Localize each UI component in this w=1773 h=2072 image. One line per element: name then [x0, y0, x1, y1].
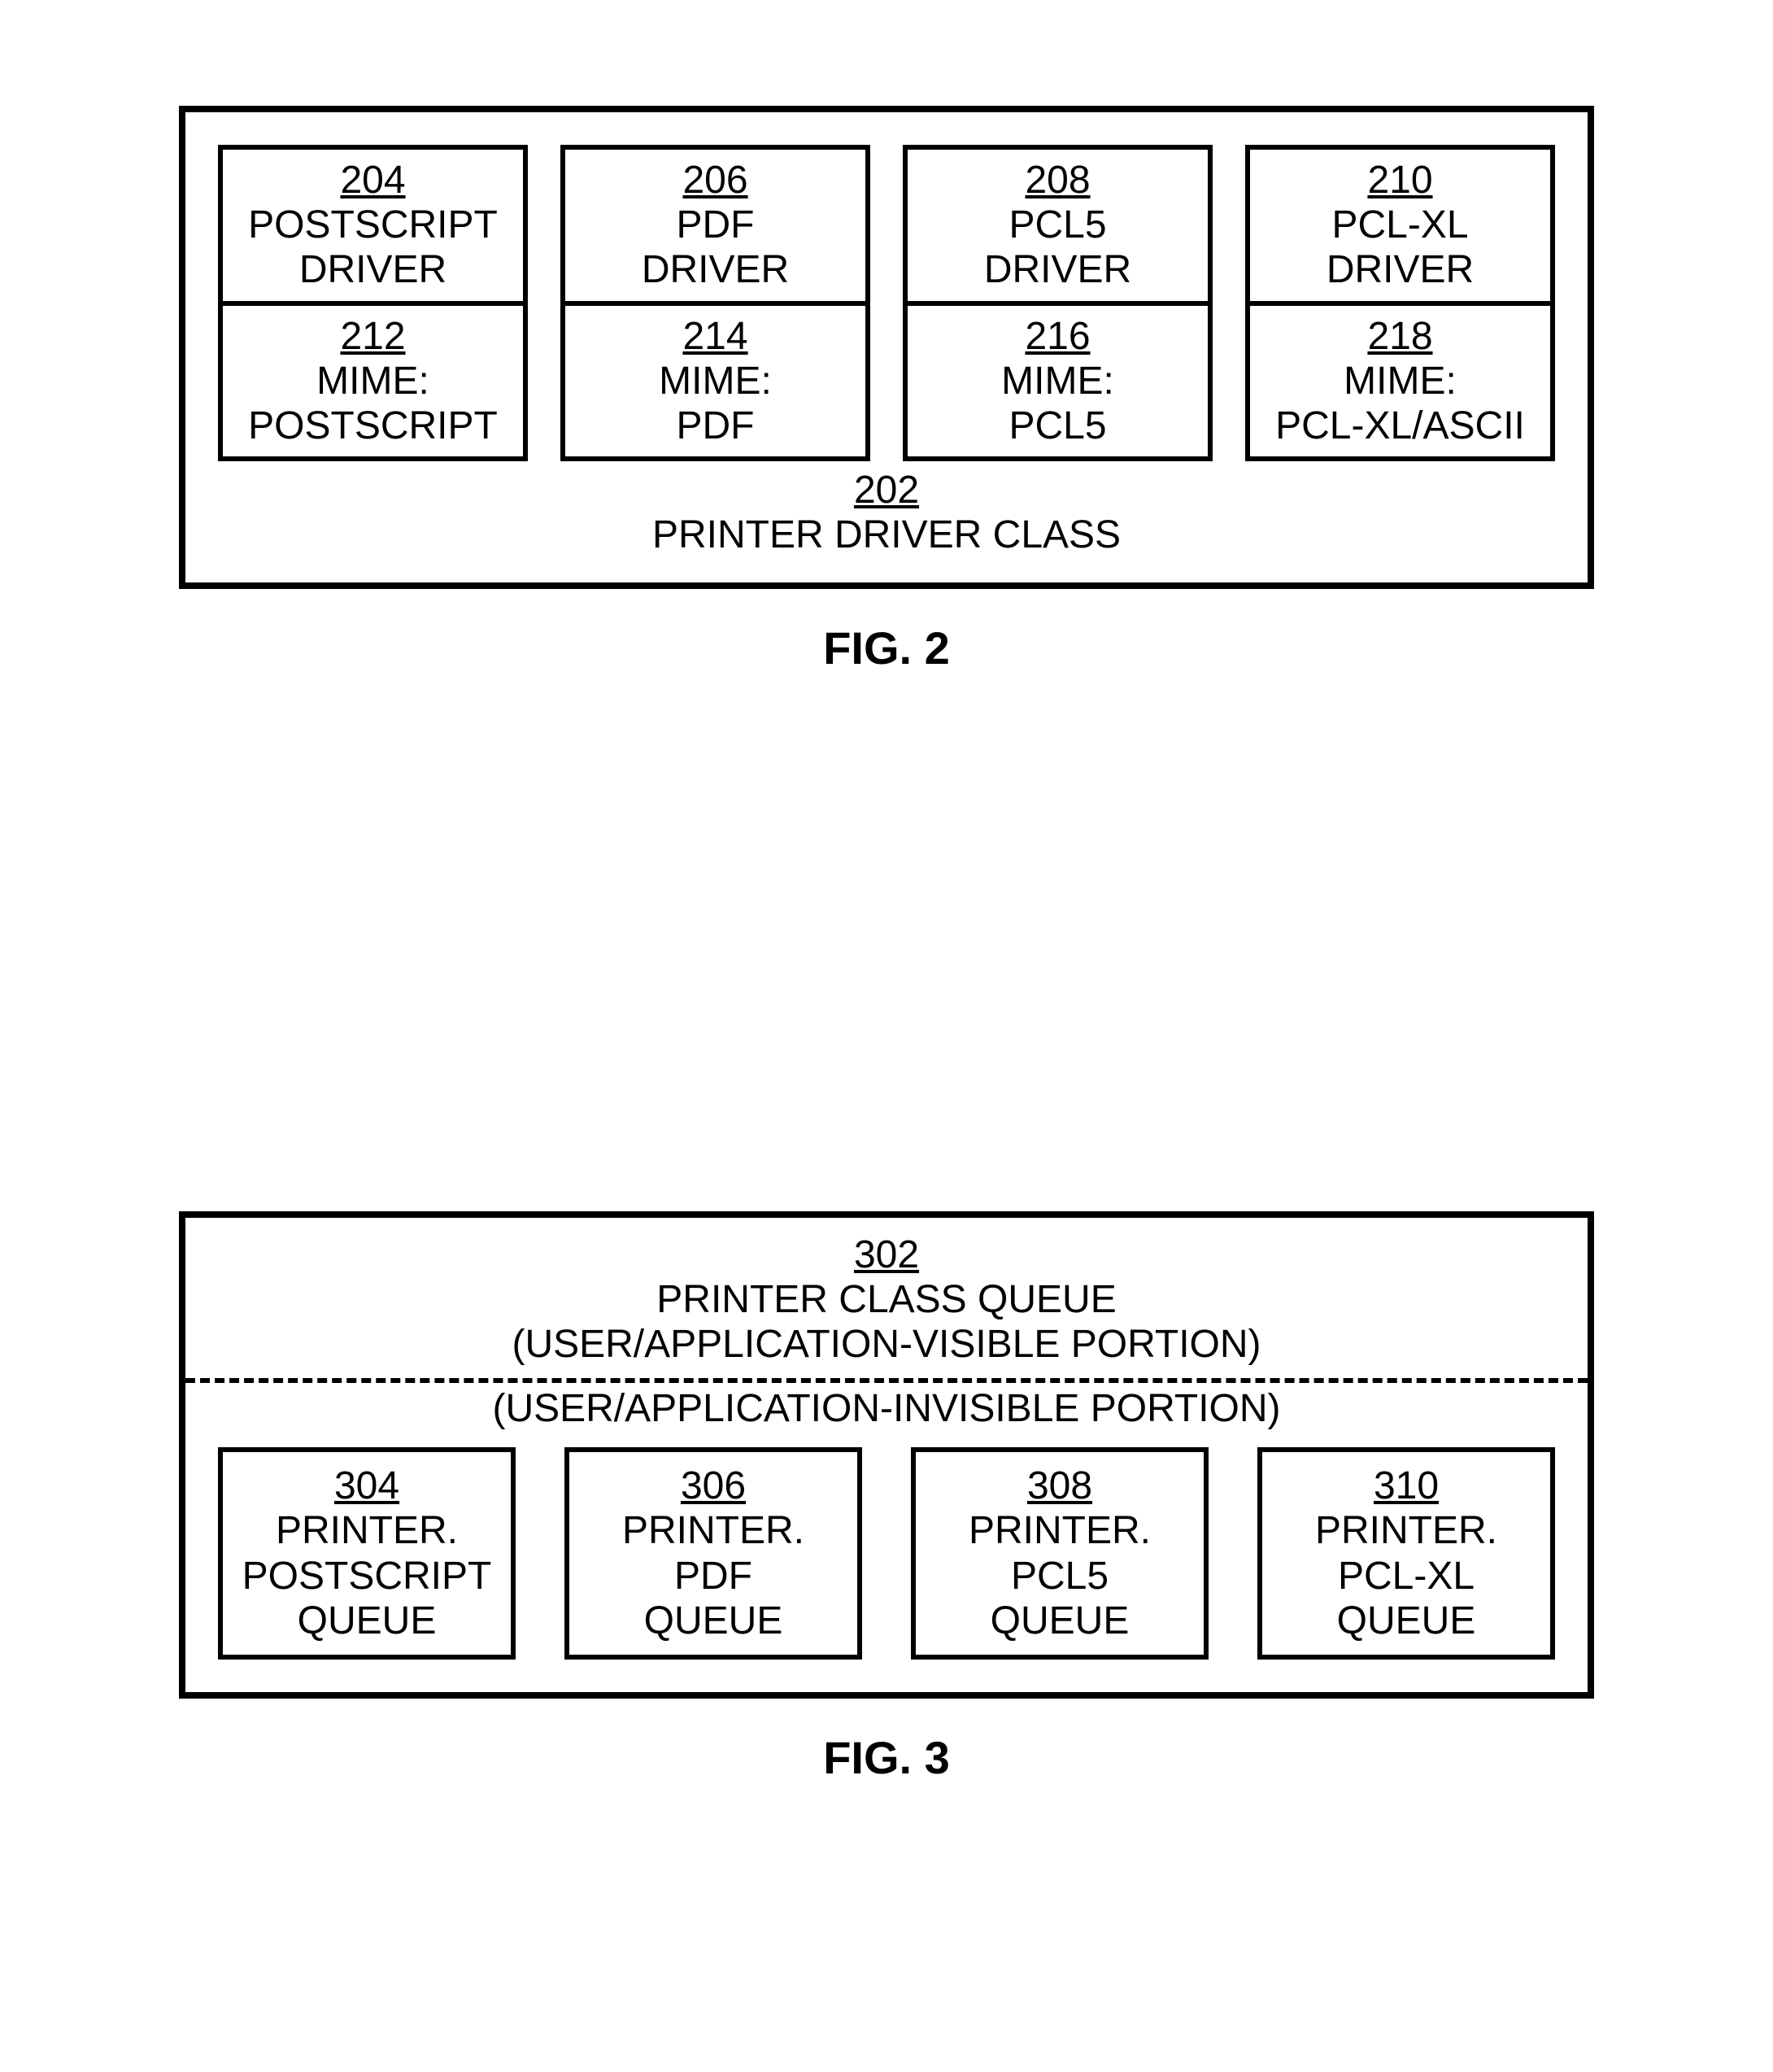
fig3-divider [185, 1378, 1588, 1383]
fig2-col-1: 206 PDF DRIVER 214 MIME: PDF [560, 145, 870, 461]
fig3-container: 302 PRINTER CLASS QUEUE (USER/APPLICATIO… [179, 1211, 1594, 1699]
fig3-block-l3-0: QUEUE [298, 1599, 437, 1642]
fig2-driver-block-2: 208 PCL5 DRIVER [903, 145, 1213, 306]
fig2-driver-ref-2: 208 [913, 158, 1203, 203]
fig2-driver-l2-0: DRIVER [299, 248, 447, 291]
fig2-mime-ref-3: 218 [1255, 314, 1545, 359]
fig2-mime-block-2: 216 MIME: PCL5 [903, 306, 1213, 462]
fig3-block-l1-2: PRINTER. [969, 1509, 1151, 1552]
fig3-header: 302 PRINTER CLASS QUEUE (USER/APPLICATIO… [218, 1218, 1555, 1376]
fig2-driver-l2-3: DRIVER [1326, 248, 1474, 291]
fig3-sublabel: (USER/APPLICATION-INVISIBLE PORTION) [218, 1386, 1555, 1431]
fig3-block-l3-3: QUEUE [1337, 1599, 1476, 1642]
fig3-block-l2-0: POSTSCRIPT [242, 1555, 492, 1598]
fig2-col-0: 204 POSTSCRIPT DRIVER 212 MIME: POSTSCRI… [218, 145, 528, 461]
fig2-mime-l1-2: MIME: [1001, 360, 1114, 403]
fig3-block-0: 304 PRINTER. POSTSCRIPT QUEUE [218, 1447, 516, 1660]
fig3-block-l2-2: PCL5 [1011, 1555, 1109, 1598]
fig3-header-l1: PRINTER CLASS QUEUE [656, 1278, 1116, 1321]
fig2-driver-block-0: 204 POSTSCRIPT DRIVER [218, 145, 528, 306]
fig3-block-l1-1: PRINTER. [622, 1509, 804, 1552]
fig2-mime-l2-3: PCL-XL/ASCII [1275, 404, 1525, 447]
fig3-block-l2-1: PDF [674, 1555, 752, 1598]
fig2-container-label: 202 PRINTER DRIVER CLASS [218, 468, 1555, 557]
fig3-block-l3-2: QUEUE [991, 1599, 1130, 1642]
fig3-block-l3-1: QUEUE [644, 1599, 783, 1642]
fig2-driver-l1-1: PDF [677, 203, 755, 246]
fig2-driver-ref-3: 210 [1255, 158, 1545, 203]
fig2-col-3: 210 PCL-XL DRIVER 218 MIME: PCL-XL/ASCII [1245, 145, 1555, 461]
fig2-driver-l2-2: DRIVER [984, 248, 1131, 291]
fig3-block-l2-3: PCL-XL [1338, 1555, 1475, 1598]
fig2-mime-block-3: 218 MIME: PCL-XL/ASCII [1245, 306, 1555, 462]
fig2-driver-l1-0: POSTSCRIPT [248, 203, 498, 246]
fig2-driver-block-3: 210 PCL-XL DRIVER [1245, 145, 1555, 306]
fig3-caption: FIG. 3 [179, 1731, 1594, 1784]
fig3-block-l1-0: PRINTER. [276, 1509, 458, 1552]
fig3-header-ref: 302 [218, 1232, 1555, 1277]
fig2-mime-l2-2: PCL5 [1008, 404, 1106, 447]
fig3-block-l1-3: PRINTER. [1315, 1509, 1497, 1552]
fig3-block-ref-3: 310 [1269, 1463, 1544, 1508]
fig2-container: 204 POSTSCRIPT DRIVER 212 MIME: POSTSCRI… [179, 106, 1594, 589]
spacer [179, 674, 1594, 1211]
fig3-blocks-row: 304 PRINTER. POSTSCRIPT QUEUE 306 PRINTE… [218, 1447, 1555, 1660]
fig3-block-2: 308 PRINTER. PCL5 QUEUE [911, 1447, 1209, 1660]
fig2-driver-l1-2: PCL5 [1008, 203, 1106, 246]
fig2-mime-ref-0: 212 [228, 314, 518, 359]
fig2-driver-l1-3: PCL-XL [1331, 203, 1468, 246]
fig2-mime-ref-1: 214 [570, 314, 860, 359]
fig3-block-1: 306 PRINTER. PDF QUEUE [564, 1447, 862, 1660]
fig2-mime-l2-1: PDF [677, 404, 755, 447]
fig3-header-l2: (USER/APPLICATION-VISIBLE PORTION) [512, 1323, 1261, 1366]
fig2-container-ref: 202 [218, 468, 1555, 513]
fig2-mime-block-1: 214 MIME: PDF [560, 306, 870, 462]
fig2-caption: FIG. 2 [179, 622, 1594, 674]
fig2-mime-ref-2: 216 [913, 314, 1203, 359]
fig2-mime-l1-1: MIME: [659, 360, 772, 403]
fig3-block-ref-2: 308 [922, 1463, 1197, 1508]
fig2-columns-row: 204 POSTSCRIPT DRIVER 212 MIME: POSTSCRI… [218, 145, 1555, 461]
fig3-block-ref-1: 306 [576, 1463, 851, 1508]
fig2-driver-block-1: 206 PDF DRIVER [560, 145, 870, 306]
fig2-driver-l2-1: DRIVER [642, 248, 789, 291]
fig2-mime-l1-3: MIME: [1344, 360, 1457, 403]
fig2-mime-l1-0: MIME: [316, 360, 429, 403]
fig2-container-text: PRINTER DRIVER CLASS [652, 513, 1121, 556]
fig2-mime-l2-0: POSTSCRIPT [248, 404, 498, 447]
fig2-col-2: 208 PCL5 DRIVER 216 MIME: PCL5 [903, 145, 1213, 461]
fig2-driver-ref-0: 204 [228, 158, 518, 203]
fig3-block-3: 310 PRINTER. PCL-XL QUEUE [1257, 1447, 1555, 1660]
fig2-mime-block-0: 212 MIME: POSTSCRIPT [218, 306, 528, 462]
fig2-driver-ref-1: 206 [570, 158, 860, 203]
fig3-block-ref-0: 304 [229, 1463, 504, 1508]
